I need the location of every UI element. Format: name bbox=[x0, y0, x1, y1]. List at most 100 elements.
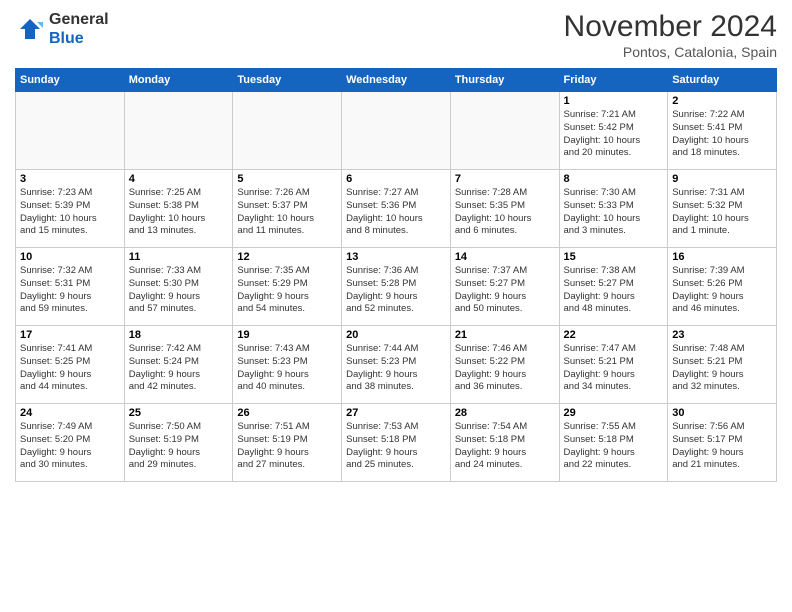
day-info: Sunrise: 7:46 AMSunset: 5:22 PMDaylight:… bbox=[455, 343, 555, 394]
calendar-cell: 19Sunrise: 7:43 AMSunset: 5:23 PMDayligh… bbox=[233, 326, 342, 404]
day-info: Sunrise: 7:55 AMSunset: 5:18 PMDaylight:… bbox=[564, 421, 664, 472]
day-info: Sunrise: 7:39 AMSunset: 5:26 PMDaylight:… bbox=[672, 265, 772, 316]
day-info: Sunrise: 7:38 AMSunset: 5:27 PMDaylight:… bbox=[564, 265, 664, 316]
day-info: Sunrise: 7:47 AMSunset: 5:21 PMDaylight:… bbox=[564, 343, 664, 394]
day-number: 5 bbox=[237, 173, 337, 185]
day-info: Sunrise: 7:48 AMSunset: 5:21 PMDaylight:… bbox=[672, 343, 772, 394]
day-info: Sunrise: 7:41 AMSunset: 5:25 PMDaylight:… bbox=[20, 343, 120, 394]
calendar-cell bbox=[124, 92, 233, 170]
calendar-week-4: 24 Sunrise: 7:49 AMSunset: 5:20 PMDayligh… bbox=[16, 404, 777, 482]
calendar-week-3: 17 Sunrise: 7:41 AMSunset: 5:25 PMDayligh… bbox=[16, 326, 777, 404]
calendar-cell: 29Sunrise: 7:55 AMSunset: 5:18 PMDayligh… bbox=[559, 404, 668, 482]
day-number: 7 bbox=[455, 173, 555, 185]
calendar-week-0: 1Sunrise: 7:21 AMSunset: 5:42 PMDaylight… bbox=[16, 92, 777, 170]
calendar-cell bbox=[233, 92, 342, 170]
calendar-cell: 23Sunrise: 7:48 AMSunset: 5:21 PMDayligh… bbox=[668, 326, 777, 404]
calendar-cell: 9 Sunrise: 7:31 AMSunset: 5:32 PMDaylight… bbox=[668, 170, 777, 248]
calendar-cell: 8 Sunrise: 7:30 AMSunset: 5:33 PMDaylight… bbox=[559, 170, 668, 248]
day-info: Sunrise: 7:36 AMSunset: 5:28 PMDaylight:… bbox=[346, 265, 446, 316]
logo-icon bbox=[15, 14, 45, 44]
day-info: Sunrise: 7:21 AMSunset: 5:42 PMDaylight:… bbox=[564, 109, 664, 160]
weekday-header-tuesday: Tuesday bbox=[233, 69, 342, 92]
logo-blue: Blue bbox=[49, 29, 109, 48]
calendar-cell: 11Sunrise: 7:33 AMSunset: 5:30 PMDayligh… bbox=[124, 248, 233, 326]
day-info: Sunrise: 7:35 AMSunset: 5:29 PMDaylight:… bbox=[237, 265, 337, 316]
day-number: 18 bbox=[129, 329, 229, 341]
logo-text: General Blue bbox=[49, 10, 109, 48]
calendar-week-1: 3 Sunrise: 7:23 AMSunset: 5:39 PMDaylight… bbox=[16, 170, 777, 248]
day-info: Sunrise: 7:44 AMSunset: 5:23 PMDaylight:… bbox=[346, 343, 446, 394]
day-info: Sunrise: 7:28 AMSunset: 5:35 PMDaylight:… bbox=[455, 187, 555, 238]
day-number: 4 bbox=[129, 173, 229, 185]
calendar-cell: 3 Sunrise: 7:23 AMSunset: 5:39 PMDaylight… bbox=[16, 170, 125, 248]
calendar-cell: 13 Sunrise: 7:36 AMSunset: 5:28 PMDayligh… bbox=[342, 248, 451, 326]
day-number: 28 bbox=[455, 407, 555, 419]
calendar-week-2: 10Sunrise: 7:32 AMSunset: 5:31 PMDayligh… bbox=[16, 248, 777, 326]
calendar-cell: 10Sunrise: 7:32 AMSunset: 5:31 PMDayligh… bbox=[16, 248, 125, 326]
day-number: 2 bbox=[672, 95, 772, 107]
weekday-header-friday: Friday bbox=[559, 69, 668, 92]
day-info: Sunrise: 7:49 AMSunset: 5:20 PMDaylight:… bbox=[20, 421, 120, 472]
day-info: Sunrise: 7:27 AMSunset: 5:36 PMDaylight:… bbox=[346, 187, 446, 238]
calendar-cell: 18 Sunrise: 7:42 AMSunset: 5:24 PMDayligh… bbox=[124, 326, 233, 404]
calendar-cell: 22Sunrise: 7:47 AMSunset: 5:21 PMDayligh… bbox=[559, 326, 668, 404]
day-number: 27 bbox=[346, 407, 446, 419]
calendar-cell: 16 Sunrise: 7:39 AMSunset: 5:26 PMDayligh… bbox=[668, 248, 777, 326]
title-area: November 2024 Pontos, Catalonia, Spain bbox=[564, 10, 777, 60]
day-number: 8 bbox=[564, 173, 664, 185]
day-info: Sunrise: 7:26 AMSunset: 5:37 PMDaylight:… bbox=[237, 187, 337, 238]
day-number: 6 bbox=[346, 173, 446, 185]
day-number: 12 bbox=[237, 251, 337, 263]
calendar-cell: 15 Sunrise: 7:38 AMSunset: 5:27 PMDayligh… bbox=[559, 248, 668, 326]
calendar-cell: 24 Sunrise: 7:49 AMSunset: 5:20 PMDayligh… bbox=[16, 404, 125, 482]
day-number: 25 bbox=[129, 407, 229, 419]
day-info: Sunrise: 7:37 AMSunset: 5:27 PMDaylight:… bbox=[455, 265, 555, 316]
calendar-cell: 21Sunrise: 7:46 AMSunset: 5:22 PMDayligh… bbox=[450, 326, 559, 404]
day-number: 15 bbox=[564, 251, 664, 263]
day-number: 13 bbox=[346, 251, 446, 263]
calendar-cell: 25 Sunrise: 7:50 AMSunset: 5:19 PMDayligh… bbox=[124, 404, 233, 482]
day-info: Sunrise: 7:54 AMSunset: 5:18 PMDaylight:… bbox=[455, 421, 555, 472]
day-number: 30 bbox=[672, 407, 772, 419]
day-number: 24 bbox=[20, 407, 120, 419]
calendar-cell: 7 Sunrise: 7:28 AMSunset: 5:35 PMDaylight… bbox=[450, 170, 559, 248]
location: Pontos, Catalonia, Spain bbox=[564, 44, 777, 60]
weekday-header-monday: Monday bbox=[124, 69, 233, 92]
calendar-cell: 28 Sunrise: 7:54 AMSunset: 5:18 PMDayligh… bbox=[450, 404, 559, 482]
day-number: 26 bbox=[237, 407, 337, 419]
month-title: November 2024 bbox=[564, 10, 777, 44]
weekday-header-row: SundayMondayTuesdayWednesdayThursdayFrid… bbox=[16, 69, 777, 92]
calendar-body: 1Sunrise: 7:21 AMSunset: 5:42 PMDaylight… bbox=[16, 92, 777, 482]
day-info: Sunrise: 7:30 AMSunset: 5:33 PMDaylight:… bbox=[564, 187, 664, 238]
calendar-cell: 4Sunrise: 7:25 AMSunset: 5:38 PMDaylight… bbox=[124, 170, 233, 248]
day-info: Sunrise: 7:22 AMSunset: 5:41 PMDaylight:… bbox=[672, 109, 772, 160]
day-info: Sunrise: 7:50 AMSunset: 5:19 PMDaylight:… bbox=[129, 421, 229, 472]
weekday-header-thursday: Thursday bbox=[450, 69, 559, 92]
calendar-cell: 17 Sunrise: 7:41 AMSunset: 5:25 PMDayligh… bbox=[16, 326, 125, 404]
day-number: 9 bbox=[672, 173, 772, 185]
day-info: Sunrise: 7:56 AMSunset: 5:17 PMDaylight:… bbox=[672, 421, 772, 472]
day-number: 16 bbox=[672, 251, 772, 263]
day-info: Sunrise: 7:42 AMSunset: 5:24 PMDaylight:… bbox=[129, 343, 229, 394]
day-info: Sunrise: 7:31 AMSunset: 5:32 PMDaylight:… bbox=[672, 187, 772, 238]
calendar-cell bbox=[342, 92, 451, 170]
logo: General Blue bbox=[15, 10, 109, 48]
weekday-header-saturday: Saturday bbox=[668, 69, 777, 92]
day-number: 3 bbox=[20, 173, 120, 185]
calendar-cell: 26Sunrise: 7:51 AMSunset: 5:19 PMDayligh… bbox=[233, 404, 342, 482]
day-number: 17 bbox=[20, 329, 120, 341]
logo-general: General bbox=[49, 10, 109, 29]
calendar-cell: 5 Sunrise: 7:26 AMSunset: 5:37 PMDaylight… bbox=[233, 170, 342, 248]
day-info: Sunrise: 7:23 AMSunset: 5:39 PMDaylight:… bbox=[20, 187, 120, 238]
day-info: Sunrise: 7:32 AMSunset: 5:31 PMDaylight:… bbox=[20, 265, 120, 316]
weekday-header-wednesday: Wednesday bbox=[342, 69, 451, 92]
page-header: General Blue November 2024 Pontos, Catal… bbox=[15, 10, 777, 60]
day-number: 20 bbox=[346, 329, 446, 341]
calendar-cell: 12 Sunrise: 7:35 AMSunset: 5:29 PMDayligh… bbox=[233, 248, 342, 326]
day-info: Sunrise: 7:43 AMSunset: 5:23 PMDaylight:… bbox=[237, 343, 337, 394]
calendar-cell: 20 Sunrise: 7:44 AMSunset: 5:23 PMDayligh… bbox=[342, 326, 451, 404]
calendar-table: SundayMondayTuesdayWednesdayThursdayFrid… bbox=[15, 68, 777, 482]
weekday-header-sunday: Sunday bbox=[16, 69, 125, 92]
day-number: 14 bbox=[455, 251, 555, 263]
calendar-cell: 30 Sunrise: 7:56 AMSunset: 5:17 PMDayligh… bbox=[668, 404, 777, 482]
